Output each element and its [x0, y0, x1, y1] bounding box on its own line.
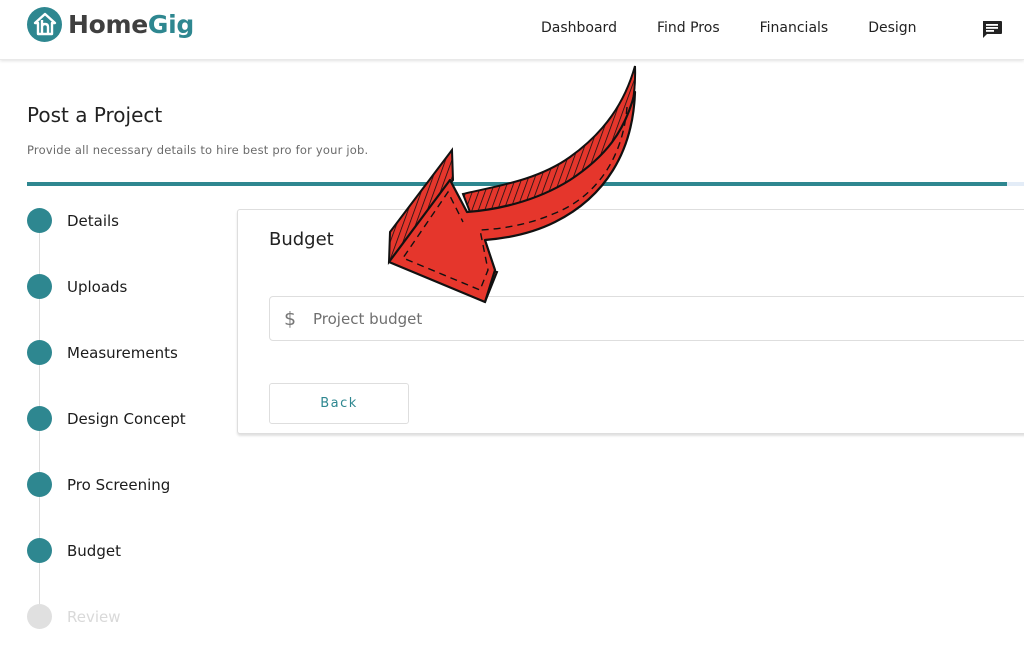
nav-design[interactable]: Design [868, 20, 916, 36]
step-label: Measurements [67, 343, 178, 362]
step-connector [39, 365, 40, 406]
page-title: Post a Project [27, 103, 163, 127]
step-pro-screening[interactable]: Pro Screening [27, 472, 170, 497]
step-connector [39, 563, 40, 604]
progress-bar-fill [27, 182, 1007, 186]
brand-name: HomeGig [68, 10, 194, 39]
step-complete-dot-icon [27, 472, 52, 497]
step-details[interactable]: Details [27, 208, 119, 233]
nav-financials[interactable]: Financials [760, 20, 829, 36]
step-review[interactable]: Review [27, 604, 121, 629]
brand-name-gig: Gig [147, 10, 194, 39]
step-uploads[interactable]: Uploads [27, 274, 127, 299]
project-budget-field[interactable]: $ [269, 296, 1024, 341]
chat-message-icon[interactable] [981, 20, 1003, 40]
step-complete-dot-icon [27, 340, 52, 365]
step-complete-dot-icon [27, 274, 52, 299]
nav-find-pros[interactable]: Find Pros [657, 20, 720, 36]
step-label: Design Concept [67, 409, 186, 428]
step-pending-dot-icon [27, 604, 52, 629]
budget-card: Budget $ Back [237, 209, 1024, 434]
house-logo-icon [27, 7, 62, 42]
step-connector [39, 299, 40, 340]
brand-name-home: Home [68, 10, 148, 39]
step-budget[interactable]: Budget [27, 538, 121, 563]
step-label: Pro Screening [67, 475, 171, 494]
main-nav: Dashboard Find Pros Financials Design [541, 20, 957, 36]
step-connector [39, 233, 40, 274]
homegig-logo[interactable]: HomeGig [27, 7, 194, 42]
step-connector [39, 497, 40, 538]
budget-card-title: Budget [269, 229, 334, 250]
step-label: Budget [67, 541, 121, 560]
step-connector [39, 431, 40, 472]
step-label: Details [67, 211, 120, 230]
progress-bar [27, 182, 1024, 186]
back-button[interactable]: Back [269, 383, 409, 424]
step-label: Uploads [67, 277, 128, 296]
project-budget-input[interactable] [313, 309, 913, 328]
step-current-dot-icon [27, 538, 52, 563]
step-label: Review [67, 607, 121, 626]
dollar-icon: $ [284, 307, 297, 330]
nav-dashboard[interactable]: Dashboard [541, 20, 617, 36]
step-complete-dot-icon [27, 406, 52, 431]
page-subtitle: Provide all necessary details to hire be… [27, 143, 369, 157]
top-header: HomeGig Dashboard Find Pros Financials D… [0, 0, 1024, 60]
step-design-concept[interactable]: Design Concept [27, 406, 186, 431]
step-measurements[interactable]: Measurements [27, 340, 178, 365]
step-complete-dot-icon [27, 208, 52, 233]
